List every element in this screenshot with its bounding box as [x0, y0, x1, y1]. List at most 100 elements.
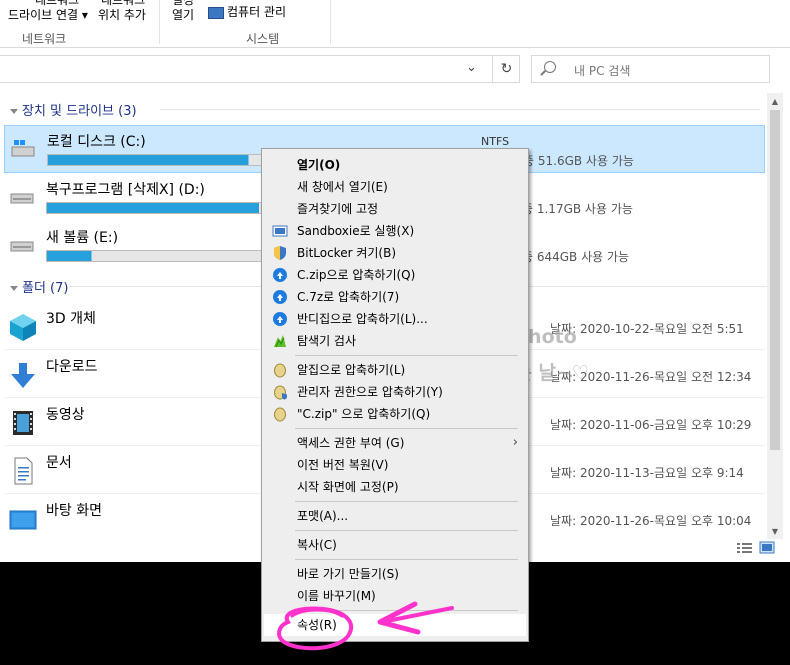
document-icon — [14, 457, 33, 485]
menu-item-label: C.7z로 압축하기(7) — [297, 290, 400, 304]
menu-item-label: BitLocker 켜기(B) — [297, 246, 397, 260]
sandboxie-icon — [272, 225, 288, 237]
download-icon — [11, 363, 35, 388]
menu-separator — [295, 428, 518, 429]
menu-separator — [295, 530, 518, 531]
ribbon: 네트워크 드라이브 연결 ▾ 네트워크 위치 추가 네트워크 설정 열기 컴퓨터… — [0, 0, 790, 48]
folder-name: 동영상 — [46, 407, 85, 423]
folder-name: 문서 — [46, 455, 72, 471]
menu-item-label: "C.zip" 으로 압축하기(Q) — [297, 407, 431, 421]
hard-drive-icon — [10, 241, 34, 252]
menu-item-open[interactable]: 열기(O) — [264, 154, 526, 176]
drive-free-space: 중 1.17GB 사용 가능 — [522, 202, 633, 216]
folder-date: 날짜: 2020-11-13-금요일 오후 9:14 — [550, 466, 744, 480]
hard-drive-icon — [10, 193, 34, 204]
alzip-admin-icon — [274, 385, 287, 400]
network-group-label: 네트워크 — [22, 32, 67, 46]
collapse-caret-icon — [10, 286, 18, 291]
search-icon — [544, 61, 556, 73]
open-settings-label-1: 설정 — [172, 0, 195, 7]
scroll-down-arrow-icon[interactable]: ▼ — [767, 523, 783, 539]
ribbon-separator — [330, 0, 331, 44]
folder-name: 바탕 화면 — [46, 503, 102, 519]
computer-management-icon — [208, 6, 224, 19]
menu-item-label: 반디집으로 압축하기(L)... — [297, 312, 428, 326]
section-title-drives: 장치 및 드라이브 (3) — [22, 104, 137, 119]
view-toggle-group — [736, 541, 776, 555]
menu-item-copy[interactable]: 복사(C) — [264, 534, 526, 556]
menu-item-label: 액세스 권한 부여 (G) — [297, 436, 405, 450]
computer-management-button[interactable]: 컴퓨터 관리 — [208, 5, 286, 20]
scrollbar-thumb[interactable] — [770, 110, 780, 450]
menu-item-restore-previous[interactable]: 이전 버전 복원(V) — [264, 454, 526, 476]
section-divider — [160, 109, 760, 110]
address-bar[interactable]: ⌄ — [0, 55, 520, 83]
add-network-location-label-2: 위치 추가 — [98, 8, 146, 22]
menu-item-pin-start[interactable]: 시작 화면에 고정(P) — [264, 476, 526, 498]
drive-name: 복구프로그램 [삭제X] (D:) — [46, 182, 205, 198]
refresh-icon: ↻ — [500, 61, 513, 77]
drive-name: 새 볼륨 (E:) — [46, 230, 119, 246]
add-network-location-label-1: 네트워크 — [101, 0, 146, 7]
vertical-scrollbar[interactable]: ▲ ▼ — [767, 93, 783, 539]
menu-item-bandizip[interactable]: 반디집으로 압축하기(L)... — [264, 308, 526, 330]
drive-filesystem: NTFS — [481, 135, 510, 148]
drive-usage-bar — [47, 154, 272, 166]
search-box[interactable]: 내 PC 검색 — [531, 55, 770, 83]
menu-separator — [295, 559, 518, 560]
menu-item-7z[interactable]: C.7z로 압축하기(7) — [264, 286, 526, 308]
bandizip-icon — [273, 312, 287, 326]
menu-separator — [295, 610, 518, 611]
menu-item-format[interactable]: 포맷(A)... — [264, 505, 526, 527]
submenu-arrow-icon: › — [512, 435, 518, 450]
menu-item-label: C.zip으로 압축하기(Q) — [297, 268, 416, 282]
folder-date: 날짜: 2020-10-22-목요일 오전 5:51 — [550, 322, 744, 336]
details-view-icon[interactable] — [736, 541, 776, 555]
drive-free-space: 중 51.6GB 사용 가능 — [523, 154, 634, 168]
system-group-label: 시스템 — [246, 32, 280, 46]
context-menu: 열기(O) 새 창에서 열기(E) 즐겨찾기에 고정 Sandboxie로 실행… — [261, 148, 529, 642]
refresh-button[interactable]: ↻ — [492, 55, 520, 83]
menu-item-open-new-window[interactable]: 새 창에서 열기(E) — [264, 176, 526, 198]
map-network-drive-label-2: 드라이브 연결 ▾ — [8, 8, 88, 22]
add-network-location-button[interactable]: 네트워크 위치 추가 — [98, 0, 146, 23]
section-header-drives[interactable]: 장치 및 드라이브 (3) — [10, 100, 760, 119]
map-network-drive-button[interactable]: 네트워크 드라이브 연결 ▾ — [8, 0, 88, 23]
map-network-drive-label-1: 네트워크 — [35, 0, 80, 7]
menu-item-admin-zip[interactable]: 관리자 권한으로 압축하기(Y) — [264, 381, 526, 403]
menu-item-give-access[interactable]: 액세스 권한 부여 (G) › — [264, 432, 526, 454]
drive-name: 로컬 디스크 (C:) — [47, 134, 146, 150]
menu-item-zip[interactable]: C.zip으로 압축하기(Q) — [264, 264, 526, 286]
chevron-down-icon[interactable]: ⌄ — [466, 60, 477, 75]
alzip-icon — [274, 363, 286, 378]
folder-date: 날짜: 2020-11-06-금요일 오후 10:29 — [550, 418, 752, 432]
open-settings-button[interactable]: 설정 열기 — [172, 0, 194, 23]
bandizip-icon — [273, 290, 287, 304]
folder-date: 날짜: 2020-11-26-목요일 오후 10:04 — [550, 514, 752, 528]
menu-item-bitlocker[interactable]: BitLocker 켜기(B) — [264, 242, 526, 264]
3d-objects-icon — [10, 314, 36, 341]
menu-item-label: 탐색기 검사 — [297, 334, 357, 348]
menu-item-pin-quick-access[interactable]: 즐겨찾기에 고정 — [264, 198, 526, 220]
menu-item-label: 관리자 권한으로 압축하기(Y) — [297, 385, 443, 399]
menu-item-properties[interactable]: 속성(R) — [264, 614, 526, 636]
menu-item-sandboxie[interactable]: Sandboxie로 실행(X) — [264, 220, 526, 242]
drive-free-space: 중 644GB 사용 가능 — [522, 250, 630, 264]
menu-item-create-shortcut[interactable]: 바로 가기 만들기(S) — [264, 563, 526, 585]
scroll-up-arrow-icon[interactable]: ▲ — [767, 93, 783, 109]
section-title-folders: 폴더 (7) — [22, 281, 69, 296]
open-settings-label-2: 열기 — [172, 8, 195, 22]
menu-item-czip[interactable]: "C.zip" 으로 압축하기(Q) — [264, 403, 526, 425]
desktop-icon — [9, 510, 37, 530]
video-icon — [13, 411, 33, 435]
windows-drive-icon — [11, 140, 35, 157]
menu-item-scan[interactable]: 탐색기 검사 — [264, 330, 526, 352]
menu-separator — [295, 501, 518, 502]
menu-item-rename[interactable]: 이름 바꾸기(M) — [264, 585, 526, 607]
alzip-icon — [274, 407, 286, 422]
menu-item-alzip[interactable]: 알집으로 압축하기(L) — [264, 359, 526, 381]
menu-separator — [295, 355, 518, 356]
menu-item-label: 알집으로 압축하기(L) — [297, 363, 406, 377]
drive-usage-bar — [46, 250, 271, 262]
section-header-folders[interactable]: 폴더 (7) — [10, 277, 770, 296]
